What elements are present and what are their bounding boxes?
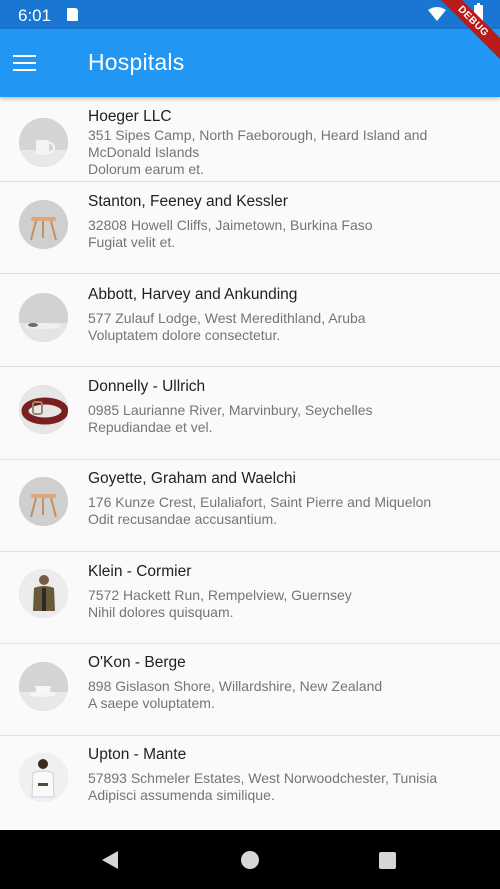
plate-avatar xyxy=(19,293,68,342)
hospital-description: A saepe voluptatem. xyxy=(88,695,215,711)
app-bar: Hospitals xyxy=(0,29,500,97)
hospital-description: Nihil dolores quisquam. xyxy=(88,604,234,620)
hospital-name: Stanton, Feeney and Kessler xyxy=(88,193,288,210)
hospital-address: 577 Zulauf Lodge, West Meredithland, Aru… xyxy=(88,310,366,326)
list-item[interactable]: Abbott, Harvey and Ankunding 577 Zulauf … xyxy=(0,274,500,367)
hospital-name: Hoeger LLC xyxy=(88,108,172,125)
hospital-description: Odit recusandae accusantium. xyxy=(88,511,278,527)
hospital-address: 176 Kunze Crest, Eulaliafort, Saint Pier… xyxy=(88,494,432,510)
hospital-name: Goyette, Graham and Waelchi xyxy=(88,470,296,487)
home-icon[interactable] xyxy=(241,851,259,869)
system-nav-bar xyxy=(0,830,500,889)
hospital-list[interactable]: Hoeger LLC 351 Sipes Camp, North Faeboro… xyxy=(0,97,500,830)
hospital-name: Klein - Cormier xyxy=(88,563,192,580)
hospital-name: O'Kon - Berge xyxy=(88,654,186,671)
hospital-address: 57893 Schmeler Estates, West Norwoodches… xyxy=(88,770,438,786)
list-item[interactable]: Upton - Mante 57893 Schmeler Estates, We… xyxy=(0,736,500,830)
cup-avatar xyxy=(19,662,68,711)
list-item[interactable]: Hoeger LLC 351 Sipes Camp, North Faeboro… xyxy=(0,97,500,182)
hamburger-menu-icon[interactable] xyxy=(13,55,36,72)
hospital-name: Upton - Mante xyxy=(88,746,187,763)
hospital-description: Voluptatem dolore consectetur. xyxy=(88,327,281,343)
back-icon[interactable] xyxy=(102,851,118,869)
stool-avatar xyxy=(19,200,68,249)
list-item[interactable]: O'Kon - Berge 898 Gislason Shore, Willar… xyxy=(0,644,500,736)
wifi-icon xyxy=(428,7,446,21)
hospital-address: 351 Sipes Camp, North Faeborough, Heard … xyxy=(88,127,428,160)
mug-avatar xyxy=(19,118,68,167)
hospital-address: 898 Gislason Shore, Willardshire, New Ze… xyxy=(88,678,383,694)
status-bar: 6:01 xyxy=(0,0,500,29)
list-item[interactable]: Donnelly - Ullrich 0985 Laurianne River,… xyxy=(0,367,500,460)
hospital-address: 7572 Hackett Run, Rempelview, Guernsey xyxy=(88,587,352,603)
hospital-description: Adipisci assumenda similique. xyxy=(88,787,275,803)
hospital-description: Repudiandae et vel. xyxy=(88,419,213,435)
recents-icon[interactable] xyxy=(379,852,396,869)
list-item[interactable]: Goyette, Graham and Waelchi 176 Kunze Cr… xyxy=(0,460,500,552)
hospital-address: 0985 Laurianne River, Marvinbury, Seyche… xyxy=(88,402,373,418)
man-white-shirt-avatar xyxy=(19,753,68,802)
sd-card-icon xyxy=(67,8,78,21)
belt-avatar xyxy=(19,385,68,434)
man-jacket-avatar xyxy=(19,569,68,618)
hospital-description: Fugiat velit et. xyxy=(88,234,176,250)
hospital-name: Abbott, Harvey and Ankunding xyxy=(88,286,298,303)
stool-avatar xyxy=(19,477,68,526)
list-item[interactable]: Klein - Cormier 7572 Hackett Run, Rempel… xyxy=(0,552,500,644)
status-time: 6:01 xyxy=(18,6,52,25)
list-item[interactable]: Stanton, Feeney and Kessler 32808 Howell… xyxy=(0,182,500,274)
hospital-name: Donnelly - Ullrich xyxy=(88,378,206,395)
page-title: Hospitals xyxy=(88,49,185,75)
hospital-description: Dolorum earum et. xyxy=(88,161,204,177)
hospital-address: 32808 Howell Cliffs, Jaimetown, Burkina … xyxy=(88,217,373,233)
